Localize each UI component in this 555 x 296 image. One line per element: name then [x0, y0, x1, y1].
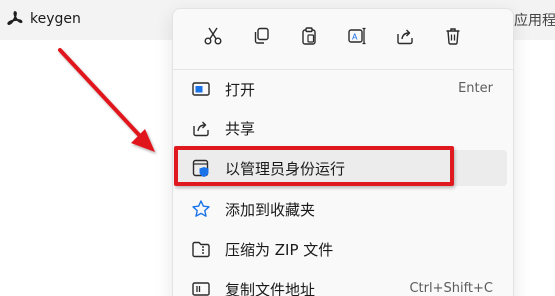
- star-icon: [191, 199, 211, 219]
- share-button[interactable]: [381, 16, 429, 56]
- annotation-highlight-box: [174, 146, 454, 186]
- delete-button[interactable]: [429, 16, 477, 56]
- path-copy-icon: [191, 279, 211, 296]
- context-action-bar: A: [173, 9, 513, 63]
- copy-button[interactable]: [237, 16, 285, 56]
- menu-item-open[interactable]: 打开 Enter: [177, 71, 507, 107]
- cut-button[interactable]: [189, 16, 237, 56]
- menu-item-label: 添加到收藏夹: [225, 201, 316, 219]
- menu-divider: [173, 69, 513, 70]
- menu-item-label: 共享: [225, 120, 256, 138]
- scissors-icon: [204, 27, 222, 45]
- menu-item-add-to-favorites[interactable]: 添加到收藏夹: [177, 191, 507, 227]
- menu-item-compress-zip[interactable]: 压缩为 ZIP 文件: [177, 231, 507, 267]
- menu-item-label: 复制文件地址: [225, 281, 316, 296]
- menu-item-shortcut: Enter: [458, 81, 493, 96]
- menu-item-share[interactable]: 共享: [177, 110, 507, 146]
- open-window-icon: [191, 79, 211, 99]
- menu-item-label: 打开: [225, 81, 256, 99]
- zip-folder-icon: [191, 239, 211, 259]
- svg-text:A: A: [352, 33, 358, 42]
- truncated-edge-text: 应用程: [514, 13, 555, 29]
- rename-icon: A: [348, 27, 366, 45]
- menu-item-copy-path[interactable]: 复制文件地址 Ctrl+Shift+C: [177, 271, 507, 296]
- clipboard-icon: [302, 27, 316, 45]
- acrobat-pdf-icon: [6, 10, 24, 28]
- file-name: keygen: [30, 11, 81, 27]
- menu-item-label: 压缩为 ZIP 文件: [225, 241, 334, 259]
- file-item[interactable]: keygen: [6, 8, 81, 30]
- menu-item-shortcut: Ctrl+Shift+C: [409, 281, 493, 296]
- copy-icon: [254, 27, 269, 44]
- paste-button[interactable]: [285, 16, 333, 56]
- rename-button[interactable]: A: [333, 16, 381, 56]
- trash-icon: [446, 28, 460, 45]
- share-icon: [191, 118, 211, 138]
- share-icon: [397, 29, 413, 45]
